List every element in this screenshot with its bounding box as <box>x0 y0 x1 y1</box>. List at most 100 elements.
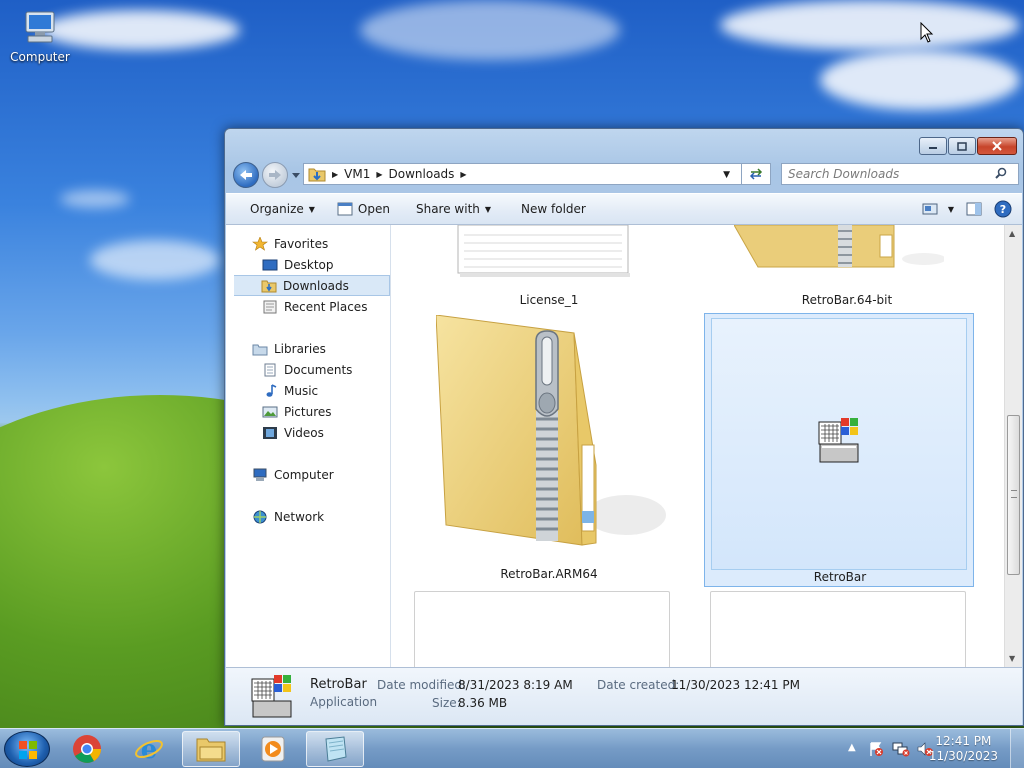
date-created-value: 11/30/2023 12:41 PM <box>671 678 800 692</box>
windows-logo-icon <box>19 741 37 759</box>
organize-button[interactable]: Organize ▼ <box>242 197 323 221</box>
help-icon[interactable]: ? <box>994 200 1012 218</box>
details-file-type: Application <box>310 695 378 709</box>
nav-documents-label: Documents <box>284 362 353 377</box>
nav-documents[interactable]: Documents <box>226 359 390 380</box>
forward-button[interactable] <box>262 162 288 188</box>
maximize-button[interactable] <box>948 137 976 155</box>
share-with-button[interactable]: Share with ▼ <box>408 197 499 221</box>
clock[interactable]: 12:41 PM 11/30/2023 <box>929 734 998 764</box>
mouse-cursor-icon <box>920 22 934 43</box>
scroll-down-icon[interactable]: ▼ <box>1009 654 1015 663</box>
recent-pages-dropdown-icon[interactable] <box>291 170 301 180</box>
network-icon <box>253 510 267 523</box>
minimize-button[interactable] <box>919 137 947 155</box>
start-button[interactable] <box>4 731 50 767</box>
vertical-scrollbar[interactable]: ▲ ▼ <box>1004 225 1022 667</box>
file-name: License_1 <box>519 293 579 307</box>
date-modified-label: Date modified: <box>377 678 467 692</box>
videos-icon <box>263 426 277 439</box>
taskbar-notepad[interactable] <box>306 731 364 767</box>
address-dropdown-icon[interactable]: ▼ <box>723 170 730 180</box>
taskbar-internet-explorer[interactable]: e <box>120 731 178 767</box>
nav-downloads[interactable]: Downloads <box>234 275 390 296</box>
scrollbar-thumb[interactable] <box>1007 415 1020 575</box>
search-input[interactable] <box>781 163 1019 185</box>
nav-network[interactable]: Network <box>226 506 390 527</box>
breadcrumb-downloads[interactable]: Downloads <box>389 167 455 181</box>
file-item-partial[interactable] <box>414 591 670 667</box>
address-bar[interactable]: ▶ VM1 ▶ Downloads ▶ ▼ <box>303 163 771 185</box>
nav-favorites-label: Favorites <box>274 236 329 251</box>
navigation-pane: Favorites Desktop Downloads Recent Place… <box>226 225 391 667</box>
view-icon <box>922 203 938 215</box>
breadcrumb-vm1[interactable]: VM1 <box>344 167 370 181</box>
network-tray-icon[interactable] <box>892 741 910 757</box>
nav-favorites[interactable]: Favorites <box>226 233 390 254</box>
new-folder-button[interactable]: New folder <box>513 197 594 221</box>
nav-pictures[interactable]: Pictures <box>226 401 390 422</box>
file-item-retrobar-64bit[interactable]: RetroBar.64-bit <box>712 225 982 309</box>
zip-folder-icon <box>734 225 944 268</box>
desktop-icon-computer[interactable]: Computer <box>8 10 72 64</box>
scroll-up-icon[interactable]: ▲ <box>1009 229 1015 238</box>
taskbar-media-player[interactable] <box>244 731 302 767</box>
date-created-label: Date created: <box>597 678 680 692</box>
breadcrumb-separator[interactable]: ▶ <box>460 170 466 179</box>
nav-libraries[interactable]: Libraries <box>226 338 390 359</box>
computer-icon <box>20 10 60 46</box>
retrobar-application-icon <box>251 675 292 718</box>
show-hidden-icons-icon[interactable]: ▲ <box>848 742 856 753</box>
change-view-button[interactable]: ▼ <box>922 202 954 216</box>
breadcrumb-separator[interactable]: ▶ <box>376 170 382 179</box>
system-tray: ▲ 12:41 PM 11/30/2023 <box>828 729 1024 768</box>
breadcrumb-separator[interactable]: ▶ <box>332 170 338 179</box>
nav-libraries-label: Libraries <box>274 341 326 356</box>
file-item-retrobar[interactable]: RetroBar <box>704 313 974 587</box>
file-item-license[interactable]: License_1 <box>414 225 684 309</box>
minimize-icon <box>929 147 937 149</box>
nav-videos-label: Videos <box>284 425 324 440</box>
nav-recent-places[interactable]: Recent Places <box>226 296 390 317</box>
details-file-name: RetroBar <box>310 677 367 692</box>
nav-desktop[interactable]: Desktop <box>226 254 390 275</box>
close-button[interactable] <box>977 137 1017 155</box>
close-icon <box>992 141 1002 151</box>
nav-network-label: Network <box>274 509 325 524</box>
taskbar: e ▲ 12:41 PM 11/30/2023 <box>0 728 1024 768</box>
clock-time: 12:41 PM <box>935 734 992 748</box>
caption-buttons <box>919 137 1017 155</box>
explorer-icon <box>196 738 226 762</box>
nav-music-label: Music <box>284 383 319 398</box>
svg-text:?: ? <box>1000 203 1006 216</box>
nav-recent-places-label: Recent Places <box>284 299 368 314</box>
search-icon[interactable] <box>995 167 1007 179</box>
file-item-retrobar-arm64[interactable]: RetroBar.ARM64 <box>414 313 684 583</box>
application-icon <box>337 202 353 216</box>
zip-folder-icon <box>436 315 666 546</box>
file-name: RetroBar.64-bit <box>801 293 893 307</box>
arrow-right-icon <box>269 170 281 180</box>
back-button[interactable] <box>233 162 259 188</box>
libraries-icon <box>252 344 268 355</box>
file-item-partial[interactable] <box>710 591 966 667</box>
documents-icon <box>264 363 276 376</box>
size-value: 8.36 MB <box>458 696 508 710</box>
taskbar-chrome[interactable] <box>58 731 116 767</box>
taskbar-file-explorer[interactable] <box>182 731 240 767</box>
downloads-folder-icon <box>308 168 326 182</box>
nav-videos[interactable]: Videos <box>226 422 390 443</box>
content-area: Favorites Desktop Downloads Recent Place… <box>226 225 1022 667</box>
date-modified-value: 8/31/2023 8:19 AM <box>458 678 573 692</box>
preview-pane-icon[interactable] <box>966 201 982 217</box>
nav-music[interactable]: Music <box>226 380 390 401</box>
open-button[interactable]: Open <box>329 197 398 221</box>
recent-places-icon <box>263 300 277 313</box>
star-icon <box>252 236 268 251</box>
action-center-flag-icon[interactable] <box>868 741 884 757</box>
svg-text:e: e <box>141 735 158 764</box>
show-desktop-button[interactable] <box>1010 729 1024 768</box>
refresh-button[interactable] <box>741 163 771 185</box>
nav-computer[interactable]: Computer <box>226 464 390 485</box>
media-player-icon <box>261 736 285 762</box>
